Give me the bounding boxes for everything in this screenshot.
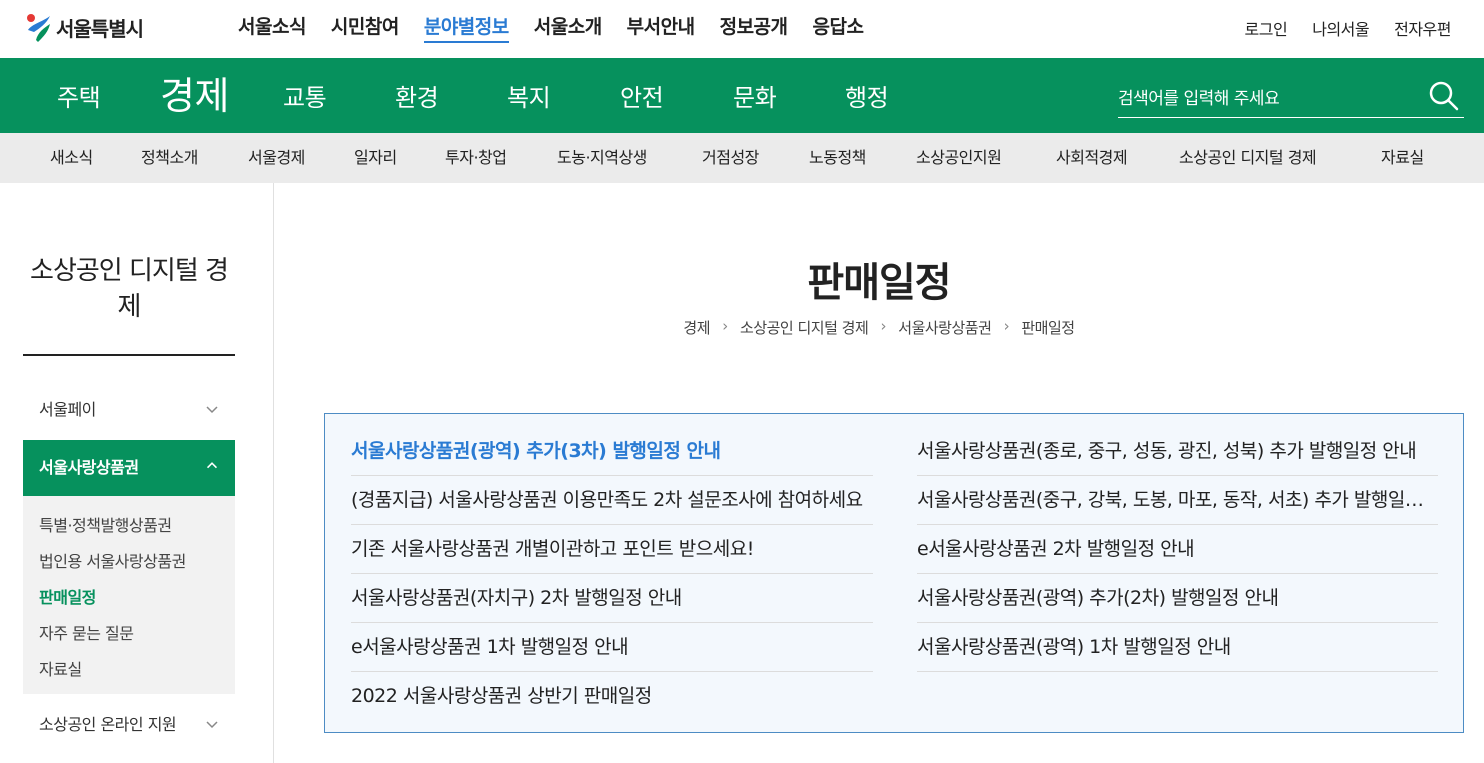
category-transport[interactable]: 교통 [283, 58, 327, 133]
chevron-up-icon [206, 462, 218, 469]
subnav-item-hub-growth[interactable]: 거점성장 [702, 133, 759, 183]
chevron-right-icon: › [722, 317, 728, 335]
sidebar-item-seoul-pay[interactable]: 서울페이 [23, 385, 235, 435]
login-link[interactable]: 로그인 [1245, 16, 1288, 40]
subnav-item-labor[interactable]: 노동정책 [809, 133, 866, 183]
schedule-link[interactable]: 서울사랑상품권(종로, 중구, 성동, 광진, 성북) 추가 발행일정 안내 [917, 427, 1438, 476]
submenu-item-corporate[interactable]: 법인용 서울사랑상품권 [39, 544, 235, 580]
search-icon[interactable] [1428, 80, 1460, 112]
logo-text: 서울특별시 [56, 16, 144, 41]
gnb-item-news[interactable]: 서울소식 [238, 14, 306, 43]
chevron-right-icon: › [1003, 317, 1010, 335]
global-nav: 서울소식 시민참여 분야별정보 서울소개 부서안내 정보공개 응답소 [238, 14, 888, 43]
page-title: 판매일정 [807, 260, 951, 306]
seoul-logo[interactable]: 서울특별시 [22, 9, 144, 45]
sidebar-item-online-support[interactable]: 소상공인 온라인 지원 [23, 700, 235, 750]
schedule-link[interactable]: e서울사랑상품권 2차 발행일정 안내 [917, 525, 1438, 574]
sidebar-item-label: 소상공인 온라인 지원 [39, 715, 177, 734]
schedule-link[interactable]: e서울사랑상품권 1차 발행일정 안내 [351, 623, 873, 672]
gnb-item-disclosure[interactable]: 정보공개 [720, 14, 788, 43]
breadcrumb: 경제 › 소상공인 디지털 경제 › 서울사랑상품권 › 판매일정 [274, 317, 1484, 338]
schedule-link[interactable]: 서울사랑상품권(광역) 1차 발행일정 안내 [917, 623, 1438, 672]
category-environment[interactable]: 환경 [395, 58, 439, 133]
subnav-item-news[interactable]: 새소식 [50, 133, 93, 183]
gnb-item-about[interactable]: 서울소개 [534, 14, 602, 43]
sidebar-title: 소상공인 디지털 경제 [30, 256, 229, 322]
schedule-link[interactable]: 서울사랑상품권(광역) 추가(2차) 발행일정 안내 [917, 574, 1438, 623]
subnav-item-jobs[interactable]: 일자리 [354, 133, 397, 183]
category-culture[interactable]: 문화 [733, 58, 777, 133]
subnav-item-digital-economy[interactable]: 소상공인 디지털 경제 [1179, 133, 1317, 183]
subnav-item-small-business[interactable]: 소상공인지원 [916, 133, 1002, 183]
schedule-link[interactable]: (경품지급) 서울사랑상품권 이용만족도 2차 설문조사에 참여하세요 [351, 476, 873, 525]
breadcrumb-item[interactable]: 소상공인 디지털 경제 [740, 317, 869, 338]
subnav-item-seoul-economy[interactable]: 서울경제 [248, 133, 305, 183]
link-column-right: 서울사랑상품권(종로, 중구, 성동, 광진, 성북) 추가 발행일정 안내 서… [917, 427, 1438, 672]
submenu-item-special[interactable]: 특별·정책발행상품권 [39, 508, 235, 544]
category-administration[interactable]: 행정 [845, 58, 889, 133]
sidebar-item-seoul-gift-card[interactable]: 서울사랑상품권 [23, 440, 235, 496]
sidebar-item-label: 서울사랑상품권 [39, 458, 139, 477]
schedule-link[interactable]: 서울사랑상품권(자치구) 2차 발행일정 안내 [351, 574, 873, 623]
subnav-item-regional[interactable]: 도농·지역상생 [557, 133, 647, 183]
seoul-logo-icon [27, 14, 50, 42]
gnb-item-field-info[interactable]: 분야별정보 [423, 14, 509, 43]
gnb-item-response[interactable]: 응답소 [813, 14, 864, 43]
breadcrumb-item[interactable]: 경제 [683, 317, 710, 338]
search-box [1118, 80, 1464, 118]
category-welfare[interactable]: 복지 [507, 58, 551, 133]
category-economy[interactable]: 경제 [160, 55, 229, 130]
schedule-link-box: 서울사랑상품권(광역) 추가(3차) 발행일정 안내 (경품지급) 서울사랑상품… [324, 413, 1464, 733]
chevron-down-icon [206, 721, 218, 729]
category-nav: 주택 경제 교통 환경 복지 안전 문화 행정 [0, 58, 1484, 133]
sidebar-item-label: 서울페이 [39, 400, 96, 419]
subnav-item-archive[interactable]: 자료실 [1381, 133, 1424, 183]
sidebar-divider [23, 354, 235, 356]
breadcrumb-current: 판매일정 [1021, 319, 1075, 337]
category-housing[interactable]: 주택 [57, 58, 101, 133]
schedule-link[interactable]: 서울사랑상품권(중구, 강북, 도봉, 마포, 동작, 서초) 추가 발행일정 … [917, 476, 1438, 525]
sidebar-submenu: 특별·정책발행상품권 법인용 서울사랑상품권 판매일정 자주 묻는 질문 자료실 [23, 496, 235, 694]
email-link[interactable]: 전자우편 [1394, 16, 1451, 40]
chevron-right-icon: › [880, 317, 887, 335]
schedule-link[interactable]: 2022 서울사랑상품권 상반기 판매일정 [351, 672, 873, 721]
subnav-item-social-economy[interactable]: 사회적경제 [1056, 133, 1128, 183]
subnav-item-policy[interactable]: 정책소개 [141, 133, 198, 183]
search-input[interactable] [1118, 84, 1408, 114]
top-header: 서울특별시 서울소식 시민참여 분야별정보 서울소개 부서안내 정보공개 응답소… [0, 0, 1484, 58]
link-column-left: 서울사랑상품권(광역) 추가(3차) 발행일정 안내 (경품지급) 서울사랑상품… [351, 427, 873, 721]
schedule-link[interactable]: 기존 서울사랑상품권 개별이관하고 포인트 받으세요! [351, 525, 873, 574]
my-seoul-link[interactable]: 나의서울 [1312, 16, 1369, 40]
gnb-item-departments[interactable]: 부서안내 [627, 14, 695, 43]
submenu-item-sales-schedule[interactable]: 판매일정 [39, 580, 235, 616]
gnb-item-participation[interactable]: 시민참여 [331, 14, 399, 43]
submenu-item-faq[interactable]: 자주 묻는 질문 [39, 616, 235, 652]
subnav-item-startup[interactable]: 투자·창업 [445, 133, 507, 183]
sub-nav: 새소식 정책소개 서울경제 일자리 투자·창업 도농·지역상생 거점성장 노동정… [0, 133, 1484, 183]
breadcrumb-item[interactable]: 서울사랑상품권 [898, 317, 992, 338]
submenu-item-archive[interactable]: 자료실 [39, 652, 235, 688]
chevron-down-icon [206, 406, 218, 414]
utility-links: 로그인 나의서울 전자우편 [1220, 16, 1452, 40]
schedule-link[interactable]: 서울사랑상품권(광역) 추가(3차) 발행일정 안내 [351, 427, 873, 476]
category-safety[interactable]: 안전 [620, 58, 664, 133]
sidebar-menu: 서울페이 서울사랑상품권 특별·정책발행상품권 법인용 서울사랑상품권 판매일정… [23, 385, 235, 750]
